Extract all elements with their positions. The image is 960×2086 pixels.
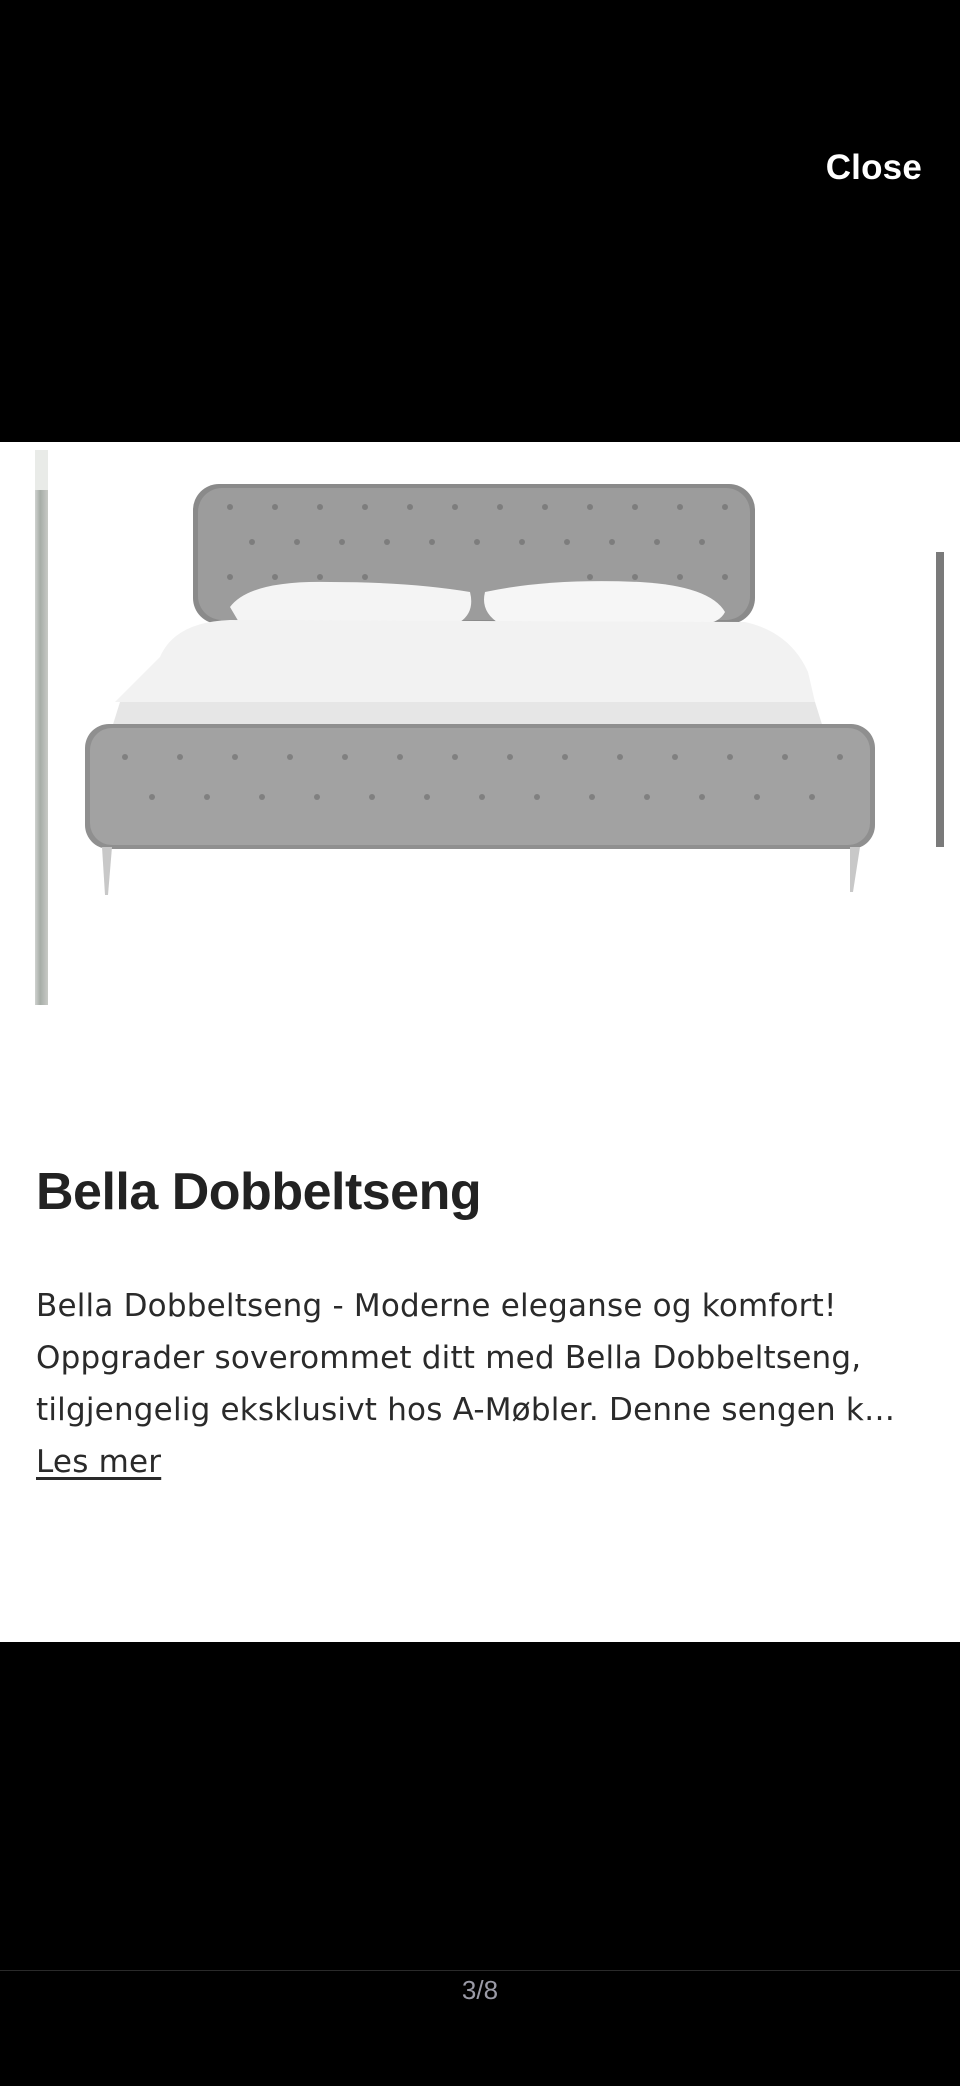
image-carousel[interactable] (0, 442, 960, 1017)
product-description: Bella Dobbeltseng - Moderne eleganse og … (36, 1280, 911, 1488)
description-line: Oppgrader soverommet ditt med Bella Dobb… (36, 1340, 862, 1376)
divider (0, 1970, 960, 1971)
product-title: Bella Dobbeltseng (36, 1163, 482, 1221)
previous-image-peek[interactable] (35, 450, 48, 1005)
page-indicator: 3/8 (461, 1975, 499, 2005)
product-card: Bella Dobbeltseng Bella Dobbeltseng - Mo… (0, 442, 960, 1642)
next-image-peek[interactable] (936, 552, 944, 847)
close-button[interactable]: Close (826, 148, 922, 188)
description-line: Bella Dobbeltseng - Moderne eleganse og … (36, 1288, 837, 1324)
description-line: tilgjengelig eksklusivt hos A-Møbler. De… (36, 1392, 896, 1428)
bed-image (85, 484, 875, 895)
read-more-link[interactable]: Les mer (36, 1436, 161, 1488)
